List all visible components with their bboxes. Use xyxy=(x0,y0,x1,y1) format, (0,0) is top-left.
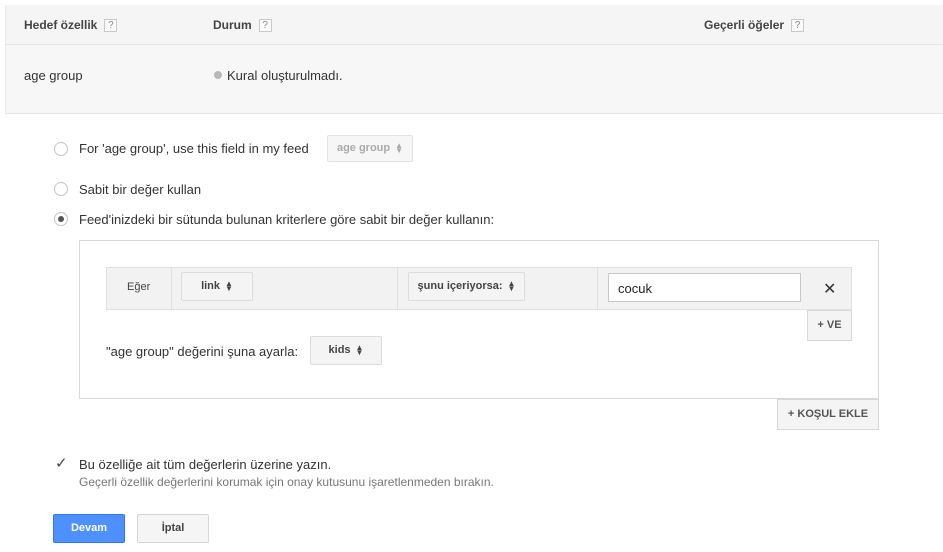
set-value-select-value: kids xyxy=(328,344,351,356)
radio-criteria-label[interactable]: Feed'inizdeki bir sütunda bulunan kriter… xyxy=(79,212,494,227)
status-cell: Kural oluşturulmadı. xyxy=(214,68,343,83)
feed-field-select[interactable]: age group ▲ ▼ xyxy=(327,135,413,162)
column-header-status: Durum? xyxy=(213,18,272,33)
table-row: age group Kural oluşturulmadı. xyxy=(5,45,943,114)
column-header-attribute: Hedef özellik? xyxy=(24,18,118,33)
updown-arrows-icon: ▲ ▼ xyxy=(355,343,364,358)
overwrite-checkbox[interactable]: ✓ xyxy=(55,456,69,471)
condition-operator-select-value: şunu içeriyorsa: xyxy=(417,280,503,292)
updown-arrows-icon: ▲ ▼ xyxy=(395,141,404,156)
updown-arrows-icon: ▲ ▼ xyxy=(225,279,233,294)
cancel-button[interactable]: İptal xyxy=(137,514,209,543)
overwrite-label[interactable]: Bu özelliğe ait tüm değerlerin üzerine y… xyxy=(79,457,331,472)
help-icon[interactable]: ? xyxy=(104,19,118,33)
radio-static-value-label[interactable]: Sabit bir değer kullan xyxy=(79,182,201,197)
updown-arrows-icon: ▲ ▼ xyxy=(507,279,516,294)
condition-value-input[interactable]: cocuk xyxy=(608,273,801,302)
radio-criteria[interactable] xyxy=(54,212,68,226)
condition-field-select[interactable]: link ▲ ▼ xyxy=(181,272,253,301)
add-condition-button[interactable]: + KOŞUL EKLE xyxy=(777,399,879,430)
attribute-name: age group xyxy=(24,68,83,83)
divider xyxy=(171,268,172,309)
condition-if-label: Eğer xyxy=(127,281,151,293)
continue-button[interactable]: Devam xyxy=(53,514,125,543)
condition-operator-select[interactable]: şunu içeriyorsa: ▲ ▼ xyxy=(408,272,525,301)
overwrite-hint: Geçerli özellik değerlerini korumak için… xyxy=(79,475,494,489)
status-dot-icon xyxy=(214,71,222,79)
column-header-attribute-label: Hedef özellik xyxy=(24,18,98,32)
radio-use-field-label[interactable]: For 'age group', use this field in my fe… xyxy=(79,141,309,156)
add-and-button[interactable]: + VE xyxy=(807,310,852,341)
column-header-status-label: Durum xyxy=(213,18,252,32)
condition-field-select-value: link xyxy=(201,280,221,292)
column-header-valid-items: Geçerli öğeler? xyxy=(704,18,805,33)
status-text: Kural oluşturulmadı. xyxy=(227,68,343,83)
help-icon[interactable]: ? xyxy=(258,19,272,33)
feed-field-select-value: age group xyxy=(336,142,391,154)
help-icon[interactable]: ? xyxy=(791,19,805,33)
radio-static-value[interactable] xyxy=(54,182,68,196)
set-value-select[interactable]: kids ▲ ▼ xyxy=(310,336,382,365)
radio-use-field[interactable] xyxy=(54,142,68,156)
rule-panel xyxy=(79,240,879,399)
divider xyxy=(597,268,598,309)
column-header-valid-items-label: Geçerli öğeler xyxy=(704,18,785,32)
set-value-label: "age group" değerini şuna ayarla: xyxy=(106,344,299,359)
divider xyxy=(397,268,398,309)
remove-condition-close-icon[interactable]: ✕ xyxy=(823,279,836,299)
table-header: Hedef özellik? Durum? Geçerli öğeler? xyxy=(5,5,943,45)
